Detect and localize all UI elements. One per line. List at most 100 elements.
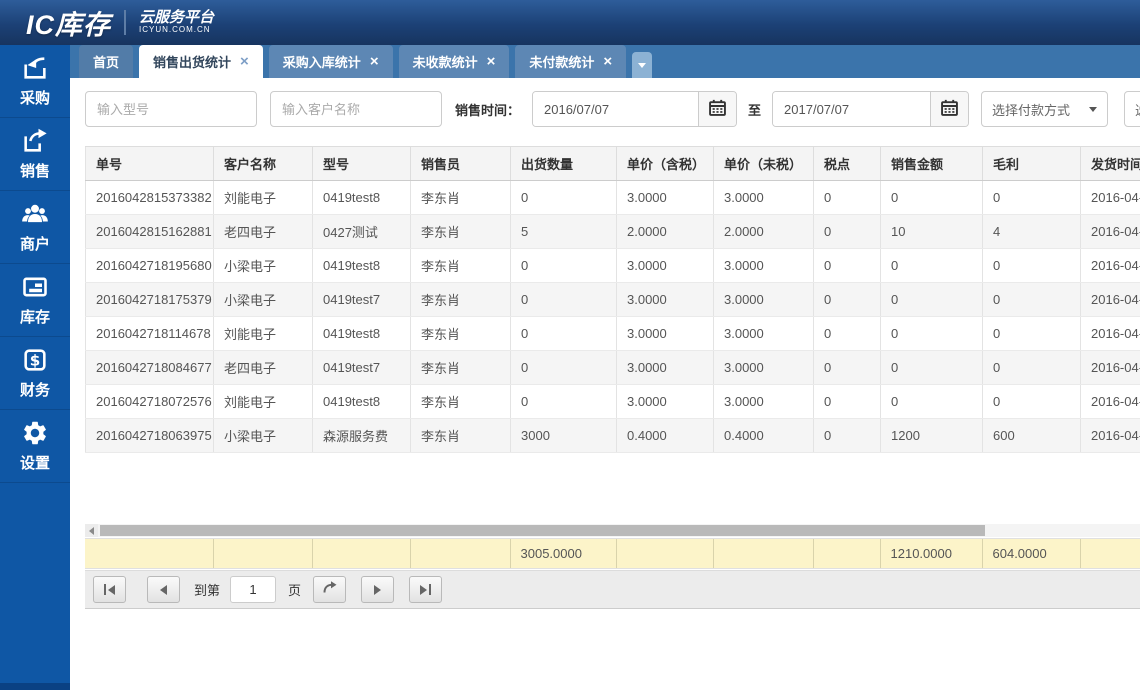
app-logo: IC库存 <box>26 3 111 42</box>
tab-purchase-inbound-stats[interactable]: 采购入库统计 × <box>269 45 393 78</box>
table-cell: 0 <box>814 317 881 351</box>
table-cell: 2016-04- <box>1081 385 1140 419</box>
table-cell: 0 <box>814 419 881 453</box>
page-number-input[interactable] <box>230 576 276 603</box>
sidebar-item-finance[interactable]: $ 财务 <box>0 337 70 410</box>
previous-page-button[interactable] <box>147 576 180 603</box>
table-row[interactable]: 2016042718175379小梁电子0419test7李东肖03.00003… <box>86 283 1140 317</box>
column-header-tax-point[interactable]: 税点 <box>814 147 881 181</box>
tab-overflow-dropdown[interactable] <box>632 52 652 78</box>
table-cell: 10 <box>881 215 983 249</box>
table-cell: 0419test7 <box>313 283 411 317</box>
table-cell: 李东肖 <box>411 419 511 453</box>
tab-close-icon[interactable]: × <box>240 54 249 69</box>
last-page-button[interactable] <box>409 576 442 603</box>
chevron-down-icon <box>638 63 646 68</box>
column-header-sales-amount[interactable]: 销售金额 <box>881 147 983 181</box>
summary-table-row: 3005.00001210.0000604.0000 <box>85 539 1140 568</box>
tab-sales-shipment-stats[interactable]: 销售出货统计 × <box>139 45 263 78</box>
table-row[interactable]: 2016042815162881老四电子0427测试李东肖52.00002.00… <box>86 215 1140 249</box>
table-cell: 刘能电子 <box>214 385 313 419</box>
brand-subtitle: ICYUN.COM.CN <box>139 26 214 35</box>
date-to-calendar-button[interactable] <box>930 92 968 126</box>
table-row[interactable]: 2016042718063975小梁电子森源服务费李东肖30000.40000.… <box>86 419 1140 453</box>
customer-name-input[interactable] <box>270 91 442 127</box>
column-header-model[interactable]: 型号 <box>313 147 411 181</box>
table-cell: 0 <box>881 385 983 419</box>
goto-page-button[interactable] <box>313 576 346 603</box>
date-to-input[interactable] <box>773 92 930 126</box>
table-cell: 2016-04- <box>1081 181 1140 215</box>
table-cell: 0 <box>814 181 881 215</box>
sales-time-label: 销售时间： <box>455 100 520 119</box>
summary-row: 3005.00001210.0000604.0000 <box>85 538 1140 569</box>
sidebar-item-merchants[interactable]: 商户 <box>0 191 70 264</box>
table-cell: 2016-04- <box>1081 249 1140 283</box>
horizontal-scrollbar[interactable] <box>85 524 1140 537</box>
table-cell: 0 <box>983 317 1081 351</box>
table-cell: 0 <box>511 317 617 351</box>
table-row[interactable]: 2016042718114678刘能电子0419test8李东肖03.00003… <box>86 317 1140 351</box>
table-cell: 3.0000 <box>714 317 814 351</box>
secondary-select[interactable]: 选择 <box>1124 91 1140 127</box>
tab-close-icon[interactable]: × <box>370 54 379 69</box>
table-row[interactable]: 2016042718072576刘能电子0419test8李东肖03.00003… <box>86 385 1140 419</box>
table-cell: 森源服务费 <box>313 419 411 453</box>
tab-label: 未付款统计 <box>529 52 594 71</box>
date-from-calendar-button[interactable] <box>698 92 736 126</box>
table-cell: 0 <box>511 249 617 283</box>
model-input[interactable] <box>85 91 257 127</box>
table-cell: 4 <box>983 215 1081 249</box>
column-header-order-no[interactable]: 单号 <box>86 147 214 181</box>
inventory-icon <box>21 273 49 301</box>
column-header-price-incl-tax[interactable]: 单价（含税） <box>617 147 714 181</box>
sidebar-item-settings[interactable]: 设置 <box>0 410 70 483</box>
sidebar-item-purchase[interactable]: 采购 <box>0 45 70 118</box>
tab-close-icon[interactable]: × <box>603 54 612 69</box>
next-page-button[interactable] <box>361 576 394 603</box>
tab-label: 销售出货统计 <box>153 52 231 71</box>
tab-unpaid-stats[interactable]: 未付款统计 × <box>515 45 626 78</box>
column-header-ship-time[interactable]: 发货时间 <box>1081 147 1140 181</box>
column-header-customer[interactable]: 客户名称 <box>214 147 313 181</box>
scrollbar-thumb[interactable] <box>100 525 985 536</box>
table-row[interactable]: 2016042815373382刘能电子0419test8李东肖03.00003… <box>86 181 1140 215</box>
date-from-group <box>532 91 737 127</box>
last-page-icon <box>429 584 431 595</box>
tab-close-icon[interactable]: × <box>487 54 496 69</box>
sidebar-item-label: 销售 <box>20 160 50 181</box>
summary-cell <box>1080 539 1140 568</box>
table-cell: 5 <box>511 215 617 249</box>
data-grid: 单号 客户名称 型号 销售员 出货数量 单价（含税） 单价（未税） 税点 销售金… <box>85 146 1140 453</box>
summary-cell: 1210.0000 <box>880 539 982 568</box>
sidebar-item-inventory[interactable]: 库存 <box>0 264 70 337</box>
column-header-salesperson[interactable]: 销售员 <box>411 147 511 181</box>
date-to-group <box>772 91 969 127</box>
table-cell: 3000 <box>511 419 617 453</box>
brand-block: 云服务平台 ICYUN.COM.CN <box>124 10 214 35</box>
sidebar-item-sales[interactable]: 销售 <box>0 118 70 191</box>
column-header-qty[interactable]: 出货数量 <box>511 147 617 181</box>
scroll-left-button[interactable] <box>85 524 98 537</box>
sidebar-item-label: 财务 <box>20 379 50 400</box>
table-cell: 2016042718175379 <box>86 283 214 317</box>
payment-method-select[interactable]: 选择付款方式 <box>981 91 1108 127</box>
table-row[interactable]: 2016042718195680小梁电子0419test8李东肖03.00003… <box>86 249 1140 283</box>
date-from-input[interactable] <box>533 92 698 126</box>
table-cell: 600 <box>983 419 1081 453</box>
table-cell: 李东肖 <box>411 249 511 283</box>
table-cell: 2016042815162881 <box>86 215 214 249</box>
table-cell: 3.0000 <box>714 181 814 215</box>
table-cell: 0 <box>881 317 983 351</box>
table-cell: 0 <box>983 385 1081 419</box>
column-header-gross-profit[interactable]: 毛利 <box>983 147 1081 181</box>
arrow-left-icon <box>89 527 94 535</box>
table-cell: 2016042815373382 <box>86 181 214 215</box>
table-cell: 李东肖 <box>411 283 511 317</box>
table-row[interactable]: 2016042718084677老四电子0419test7李东肖03.00003… <box>86 351 1140 385</box>
first-page-button[interactable] <box>93 576 126 603</box>
column-header-price-excl-tax[interactable]: 单价（未税） <box>714 147 814 181</box>
table-cell: 0 <box>881 283 983 317</box>
tab-home[interactable]: 首页 <box>79 45 133 78</box>
tab-unreceived-stats[interactable]: 未收款统计 × <box>399 45 510 78</box>
